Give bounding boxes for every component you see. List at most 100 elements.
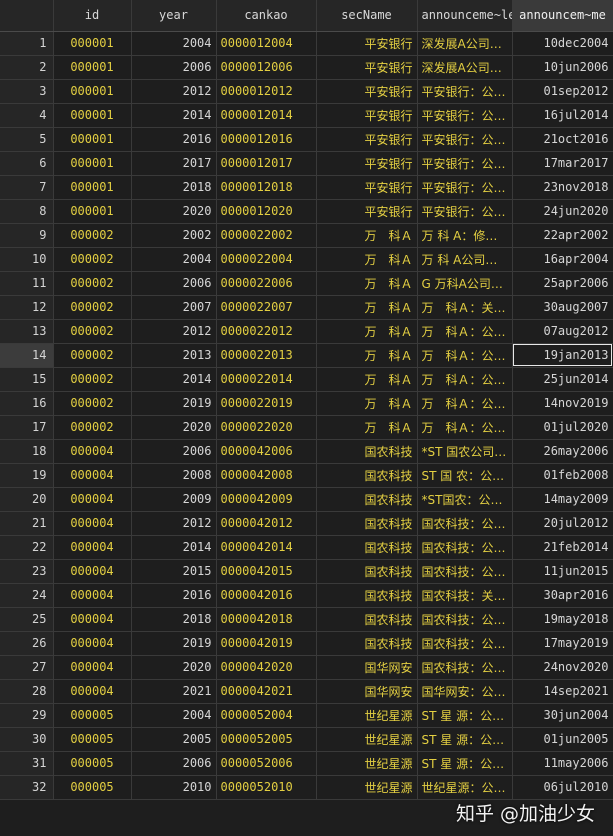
cell-cankao[interactable]: 0000012020 [216, 199, 317, 224]
table-row[interactable]: 31 000005 2006 0000052006 世纪星源 ST 星 源：公… 11may… [0, 751, 613, 776]
table-row[interactable]: 10 000002 2004 0000022004 万 科Ａ 万 科 A公司… 16apr2… [0, 247, 613, 272]
row-number[interactable]: 4 [0, 103, 54, 128]
cell-year[interactable]: 2006 [131, 271, 217, 296]
table-row[interactable]: 30 000005 2005 0000052005 世纪星源 ST 星 源：公… 01jun… [0, 727, 613, 752]
table-row[interactable]: 3 000001 2012 0000012012 平安银行 平安银行：公… 01sep201… [0, 79, 613, 104]
cell-announcement-time[interactable]: 07aug2012 [512, 319, 613, 344]
table-row[interactable]: 13 000002 2012 0000022012 万 科Ａ 万 科Ａ：公… 07aug20… [0, 319, 613, 344]
row-number[interactable]: 21 [0, 511, 54, 536]
cell-announcement-time[interactable]: 16jul2014 [512, 103, 613, 128]
row-number[interactable]: 22 [0, 535, 54, 560]
cell-secname[interactable]: 万 科Ａ [316, 319, 418, 344]
cell-cankao[interactable]: 0000012016 [216, 127, 317, 152]
cell-announcement-title[interactable]: 深发展A公司… [417, 55, 513, 80]
cell-secname[interactable]: 平安银行 [316, 55, 418, 80]
cell-announcement-title[interactable]: 万 科Ａ：关… [417, 295, 513, 320]
cell-announcement-title[interactable]: 国农科技：关… [417, 583, 513, 608]
row-number[interactable]: 7 [0, 175, 54, 200]
cell-cankao[interactable]: 0000052004 [216, 703, 317, 728]
cell-announcement-title[interactable]: 国农科技：公… [417, 607, 513, 632]
row-number[interactable]: 2 [0, 55, 54, 80]
cell-cankao[interactable]: 0000012018 [216, 175, 317, 200]
cell-announcement-title[interactable]: *ST 国农公司… [417, 439, 513, 464]
cell-year[interactable]: 2020 [131, 199, 217, 224]
cell-id[interactable]: 000001 [53, 55, 132, 80]
cell-year[interactable]: 2008 [131, 463, 217, 488]
cell-year[interactable]: 2019 [131, 391, 217, 416]
cell-year[interactable]: 2005 [131, 727, 217, 752]
cell-id[interactable]: 000001 [53, 151, 132, 176]
table-row[interactable]: 24 000004 2016 0000042016 国农科技 国农科技：关… 30apr20… [0, 583, 613, 608]
cell-announcement-title[interactable]: ST 星 源：公… [417, 727, 513, 752]
cell-id[interactable]: 000001 [53, 31, 132, 56]
row-number[interactable]: 18 [0, 439, 54, 464]
row-number[interactable]: 24 [0, 583, 54, 608]
cell-year[interactable]: 2014 [131, 367, 217, 392]
cell-announcement-time[interactable]: 17may2019 [512, 631, 613, 656]
table-row[interactable]: 26 000004 2019 0000042019 国农科技 国农科技：公… 17may20… [0, 631, 613, 656]
table-row[interactable]: 25 000004 2018 0000042018 国农科技 国农科技：公… 19may20… [0, 607, 613, 632]
cell-secname[interactable]: 世纪星源 [316, 775, 418, 800]
table-row[interactable]: 17 000002 2020 0000022020 万 科Ａ 万 科Ａ：公… 01jul20… [0, 415, 613, 440]
row-number[interactable]: 11 [0, 271, 54, 296]
cell-year[interactable]: 2002 [131, 223, 217, 248]
cell-cankao[interactable]: 0000052006 [216, 751, 317, 776]
cell-id[interactable]: 000002 [53, 271, 132, 296]
cell-year[interactable]: 2015 [131, 559, 217, 584]
cell-cankao[interactable]: 0000022004 [216, 247, 317, 272]
cell-cankao[interactable]: 0000012006 [216, 55, 317, 80]
cell-announcement-time[interactable]: 17mar2017 [512, 151, 613, 176]
table-row[interactable]: 5 000001 2016 0000012016 平安银行 平安银行：公… 21oct201… [0, 127, 613, 152]
cell-secname[interactable]: 国华网安 [316, 679, 418, 704]
table-row[interactable]: 20 000004 2009 0000042009 国农科技 *ST国农：公… 14may2… [0, 487, 613, 512]
cell-announcement-title[interactable]: 平安银行：公… [417, 127, 513, 152]
cell-announcement-title[interactable]: 国农科技：公… [417, 559, 513, 584]
cell-year[interactable]: 2020 [131, 655, 217, 680]
cell-cankao[interactable]: 0000012014 [216, 103, 317, 128]
row-number[interactable]: 29 [0, 703, 54, 728]
cell-year[interactable]: 2006 [131, 439, 217, 464]
cell-announcement-time[interactable]: 21oct2016 [512, 127, 613, 152]
row-number[interactable]: 27 [0, 655, 54, 680]
cell-id[interactable]: 000001 [53, 103, 132, 128]
cell-year[interactable]: 2013 [131, 343, 217, 368]
cell-announcement-title[interactable]: 深发展A公司… [417, 31, 513, 56]
cell-announcement-title[interactable]: G 万科A公司… [417, 271, 513, 296]
cell-id[interactable]: 000004 [53, 559, 132, 584]
cell-year[interactable]: 2012 [131, 79, 217, 104]
cell-announcement-title[interactable]: 国华网安：公… [417, 679, 513, 704]
cell-announcement-title[interactable]: 平安银行：公… [417, 151, 513, 176]
cell-id[interactable]: 000004 [53, 679, 132, 704]
cell-announcement-title[interactable]: 平安银行：公… [417, 103, 513, 128]
cell-secname[interactable]: 平安银行 [316, 103, 418, 128]
cell-secname[interactable]: 万 科Ａ [316, 343, 418, 368]
cell-cankao[interactable]: 0000022002 [216, 223, 317, 248]
cell-announcement-time[interactable]: 30apr2016 [512, 583, 613, 608]
row-number[interactable]: 23 [0, 559, 54, 584]
cell-announcement-time[interactable]: 24nov2020 [512, 655, 613, 680]
cell-announcement-title[interactable]: 国农科技：公… [417, 535, 513, 560]
cell-secname[interactable]: 国华网安 [316, 655, 418, 680]
cell-cankao[interactable]: 0000022013 [216, 343, 317, 368]
row-number[interactable]: 30 [0, 727, 54, 752]
cell-secname[interactable]: 国农科技 [316, 631, 418, 656]
cell-cankao[interactable]: 0000042006 [216, 439, 317, 464]
table-row[interactable]: 1 000001 2004 0000012004 平安银行 深发展A公司… 10dec200… [0, 31, 613, 56]
row-number[interactable]: 10 [0, 247, 54, 272]
cell-year[interactable]: 2014 [131, 535, 217, 560]
cell-announcement-title[interactable]: 万 科Ａ：公… [417, 391, 513, 416]
cell-id[interactable]: 000004 [53, 631, 132, 656]
cell-announcement-time[interactable]: 14may2009 [512, 487, 613, 512]
cell-year[interactable]: 2004 [131, 247, 217, 272]
cell-cankao[interactable]: 0000042012 [216, 511, 317, 536]
cell-secname[interactable]: 平安银行 [316, 199, 418, 224]
cell-cankao[interactable]: 0000042008 [216, 463, 317, 488]
table-row[interactable]: 6 000001 2017 0000012017 平安银行 平安银行：公… 17mar201… [0, 151, 613, 176]
table-row[interactable]: 14 000002 2013 0000022013 万 科Ａ 万 科Ａ：公… 19jan20… [0, 343, 613, 368]
cell-announcement-title[interactable]: 国农科技：公… [417, 631, 513, 656]
cell-secname[interactable]: 平安银行 [316, 79, 418, 104]
cell-secname[interactable]: 万 科Ａ [316, 391, 418, 416]
cell-id[interactable]: 000002 [53, 223, 132, 248]
table-row[interactable]: 16 000002 2019 0000022019 万 科Ａ 万 科Ａ：公… 14nov20… [0, 391, 613, 416]
cell-secname[interactable]: 万 科Ａ [316, 247, 418, 272]
